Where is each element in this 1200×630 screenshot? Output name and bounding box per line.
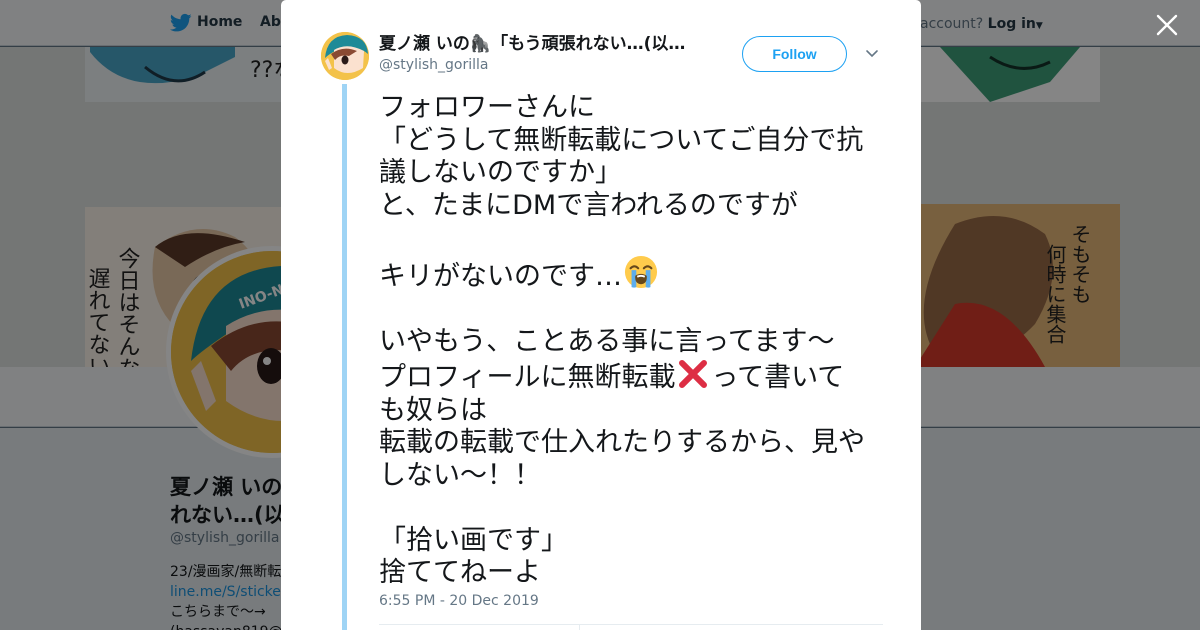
tweet-text-blank bbox=[379, 293, 884, 326]
tweet-text-line-with-emoji: プロフィールに無断転載 って書いて bbox=[379, 358, 884, 395]
follow-button[interactable]: Follow bbox=[742, 36, 847, 72]
tweet-text-line-with-emoji: キリがないのです… bbox=[379, 255, 884, 294]
tweet-text-blank bbox=[379, 222, 884, 255]
tweet-text-line: 転載の転載で仕入れたりするから、見や bbox=[379, 427, 865, 458]
tweet-author-handle[interactable]: @stylish_gorilla bbox=[379, 57, 488, 73]
tweet-text-blank bbox=[379, 492, 884, 525]
tweet-text-line: も奴らは bbox=[379, 394, 487, 426]
tweet-text-line: 「拾い画です」 bbox=[379, 524, 568, 556]
tweet-author-avatar[interactable] bbox=[321, 32, 369, 80]
tweet-text-line: キリがないのです… bbox=[379, 260, 622, 292]
tweet-text-line: プロフィールに無断転載 bbox=[379, 362, 676, 393]
tweet-stats-separator bbox=[579, 624, 580, 630]
tweet-text-line: と、たまにDMで言われるのですが bbox=[379, 189, 798, 221]
tweet-text: フォロワーさんに 「どうして無断転載についてご自分で抗 議しないのですか」 と、… bbox=[379, 92, 884, 590]
cross-mark-icon bbox=[679, 360, 708, 388]
tweet-timestamp[interactable]: 6:55 PM - 20 Dec 2019 bbox=[379, 593, 539, 609]
close-icon[interactable] bbox=[1155, 13, 1179, 37]
avatar-illustration-icon bbox=[321, 32, 369, 80]
tweet-text-line-tail: って書いて bbox=[711, 362, 845, 393]
tweet-modal: 夏ノ瀬 いの🦍「もう頑張れない…(以… @stylish_gorilla Fol… bbox=[281, 0, 921, 630]
tweet-stats-divider bbox=[379, 624, 883, 625]
tweet-text-line: しない〜！！ bbox=[379, 459, 541, 491]
thread-connector-line bbox=[342, 84, 347, 630]
loudly-crying-face-icon bbox=[624, 255, 658, 288]
tweet-text-line: フォロワーさんに bbox=[379, 92, 595, 123]
tweet-text-line: 「どうして無断転載についてご自分で抗 bbox=[379, 124, 864, 156]
tweet-text-line: 議しないのですか」 bbox=[379, 157, 622, 188]
chevron-down-icon[interactable] bbox=[865, 48, 879, 60]
tweet-author-name[interactable]: 夏ノ瀬 いの🦍「もう頑張れない…(以… bbox=[379, 33, 699, 55]
tweet-text-line: いやもう、ことある事に言ってます〜 bbox=[379, 325, 835, 357]
tweet-text-line: 捨ててねーよ bbox=[379, 557, 541, 588]
